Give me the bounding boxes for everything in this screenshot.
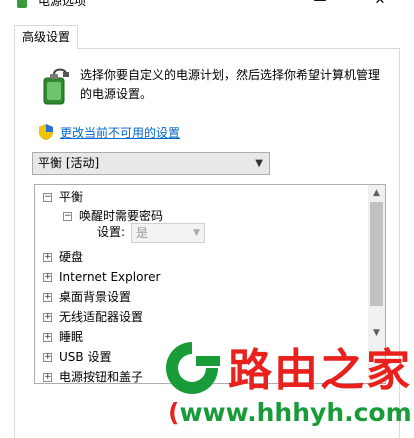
tree-node-label: 睡眠 bbox=[59, 330, 84, 344]
tree-node-label: 无线适配器设置 bbox=[59, 310, 144, 324]
collapse-icon[interactable]: − bbox=[43, 193, 52, 202]
power-options-icon bbox=[17, 0, 27, 8]
expand-icon[interactable]: + bbox=[43, 273, 52, 282]
expand-icon[interactable]: + bbox=[43, 353, 52, 362]
tab-label: 高级设置 bbox=[21, 30, 70, 44]
watermark-paren-open: ( bbox=[168, 398, 180, 427]
tab-advanced-settings[interactable]: 高级设置 bbox=[14, 25, 78, 49]
tree-node-label: Internet Explorer bbox=[59, 270, 161, 284]
expand-icon[interactable]: + bbox=[43, 333, 52, 342]
tree-node-label: 硬盘 bbox=[59, 250, 84, 264]
scroll-up-icon[interactable]: ▲ bbox=[368, 185, 385, 201]
battery-icon bbox=[43, 68, 69, 105]
power-plan-value: 平衡 [活动] bbox=[38, 156, 100, 170]
tree-node-label: 电源按钮和盖子 bbox=[59, 370, 144, 384]
scrollbar-thumb[interactable] bbox=[370, 202, 383, 306]
shield-icon bbox=[39, 124, 53, 140]
window-title: 电源选项 bbox=[38, 0, 87, 8]
chevron-down-icon: ▼ bbox=[193, 228, 200, 238]
expand-icon[interactable]: + bbox=[43, 293, 52, 302]
setting-label: 设置: bbox=[97, 225, 126, 239]
watermark-text: 路由之家 bbox=[228, 345, 412, 396]
wake-password-select[interactable]: 是 ▼ bbox=[131, 223, 205, 243]
setting-value: 是 bbox=[136, 226, 149, 240]
minimize-button[interactable]: — bbox=[300, 0, 340, 11]
power-plan-select[interactable]: 平衡 [活动] ▼ bbox=[32, 152, 270, 175]
expand-icon[interactable]: + bbox=[43, 313, 52, 322]
description-text: 选择你要自定义的电源计划，然后选择你希望计算机管理的电源设置。 bbox=[80, 68, 381, 101]
watermark-url: (www.hhhyh.com) bbox=[168, 398, 414, 427]
tree-node-label: 桌面背景设置 bbox=[59, 290, 132, 304]
close-button[interactable]: ✕ bbox=[360, 0, 400, 11]
collapse-icon[interactable]: − bbox=[63, 212, 72, 221]
change-unavailable-settings-link[interactable]: 更改当前不可用的设置 bbox=[60, 124, 180, 141]
watermark-logo-icon bbox=[166, 342, 220, 394]
watermark-url-text: www.hhhyh.com bbox=[179, 398, 412, 427]
title-bar: 电源选项 — ✕ bbox=[0, 0, 414, 14]
chevron-down-icon: ▼ bbox=[255, 158, 263, 169]
expand-icon[interactable]: + bbox=[43, 253, 52, 262]
tree-node-label: 平衡 bbox=[59, 190, 84, 204]
tree-node-label: USB 设置 bbox=[59, 350, 112, 364]
expand-icon[interactable]: + bbox=[43, 373, 52, 382]
